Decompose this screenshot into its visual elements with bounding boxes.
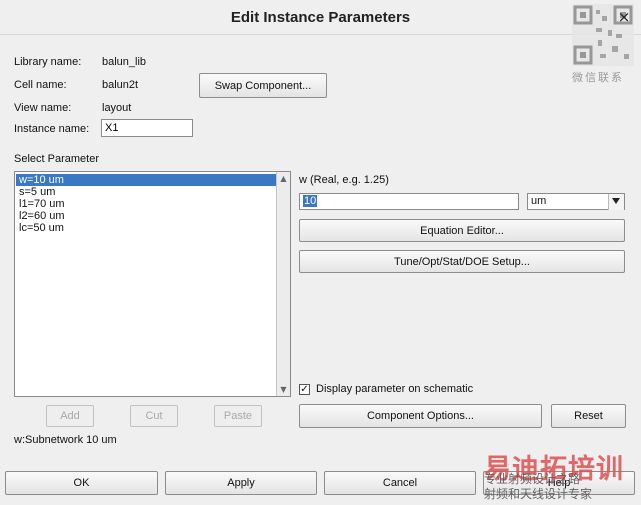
display-parameter-label: Display parameter on schematic	[316, 383, 474, 395]
ok-button[interactable]: OK	[5, 471, 158, 495]
reset-button[interactable]: Reset	[551, 404, 626, 428]
library-name-value: balun_lib	[102, 56, 147, 68]
scroll-up-icon[interactable]: ▲	[279, 174, 288, 183]
chevron-down-icon[interactable]	[608, 194, 624, 210]
parameter-type-label: w (Real, e.g. 1.25)	[299, 174, 389, 186]
instance-name-label: Instance name:	[14, 123, 90, 135]
list-item-s[interactable]: s=5 um	[16, 186, 278, 198]
swap-component-button[interactable]: Swap Component...	[199, 73, 327, 98]
parameter-value-input[interactable]: 10	[299, 193, 519, 210]
close-icon[interactable]: ×	[616, 9, 632, 25]
parameter-list-scrollbar[interactable]: ▲ ▼	[276, 172, 290, 396]
select-parameter-label: Select Parameter	[14, 153, 99, 165]
qr-caption: 微信联系	[572, 71, 624, 84]
list-item-w[interactable]: w=10 um	[16, 174, 278, 186]
list-item-lc[interactable]: lc=50 um	[16, 222, 278, 234]
cell-name-label: Cell name:	[14, 79, 67, 91]
paste-button[interactable]: Paste	[214, 405, 262, 427]
cell-name-value: balun2t	[102, 79, 139, 91]
library-name-label: Library name:	[14, 56, 82, 68]
display-parameter-checkbox[interactable]: ✓	[299, 384, 310, 395]
brand-watermark-sub2: 射频和天线设计专家	[484, 487, 593, 501]
unit-select[interactable]: um	[527, 193, 625, 210]
parameter-value-text: 10	[303, 195, 318, 207]
list-item-l2[interactable]: l2=60 um	[16, 210, 278, 222]
equation-editor-button[interactable]: Equation Editor...	[299, 219, 625, 242]
view-name-label: View name:	[14, 102, 72, 114]
apply-button[interactable]: Apply	[165, 471, 317, 495]
parameter-list[interactable]: w=10 um s=5 um l1=70 um l2=60 um lc=50 u…	[14, 171, 291, 397]
cancel-button[interactable]: Cancel	[324, 471, 476, 495]
unit-select-value: um	[531, 195, 547, 207]
instance-name-input[interactable]	[101, 119, 193, 137]
status-text: w:Subnetwork 10 um	[14, 434, 117, 446]
cut-button[interactable]: Cut	[130, 405, 178, 427]
window-title: Edit Instance Parameters	[230, 9, 411, 26]
scroll-down-icon[interactable]: ▼	[279, 385, 288, 394]
tune-opt-button[interactable]: Tune/Opt/Stat/DOE Setup...	[299, 250, 625, 273]
list-item-l1[interactable]: l1=70 um	[16, 198, 278, 210]
component-options-button[interactable]: Component Options...	[299, 404, 542, 428]
view-name-value: layout	[102, 102, 132, 114]
add-button[interactable]: Add	[46, 405, 94, 427]
